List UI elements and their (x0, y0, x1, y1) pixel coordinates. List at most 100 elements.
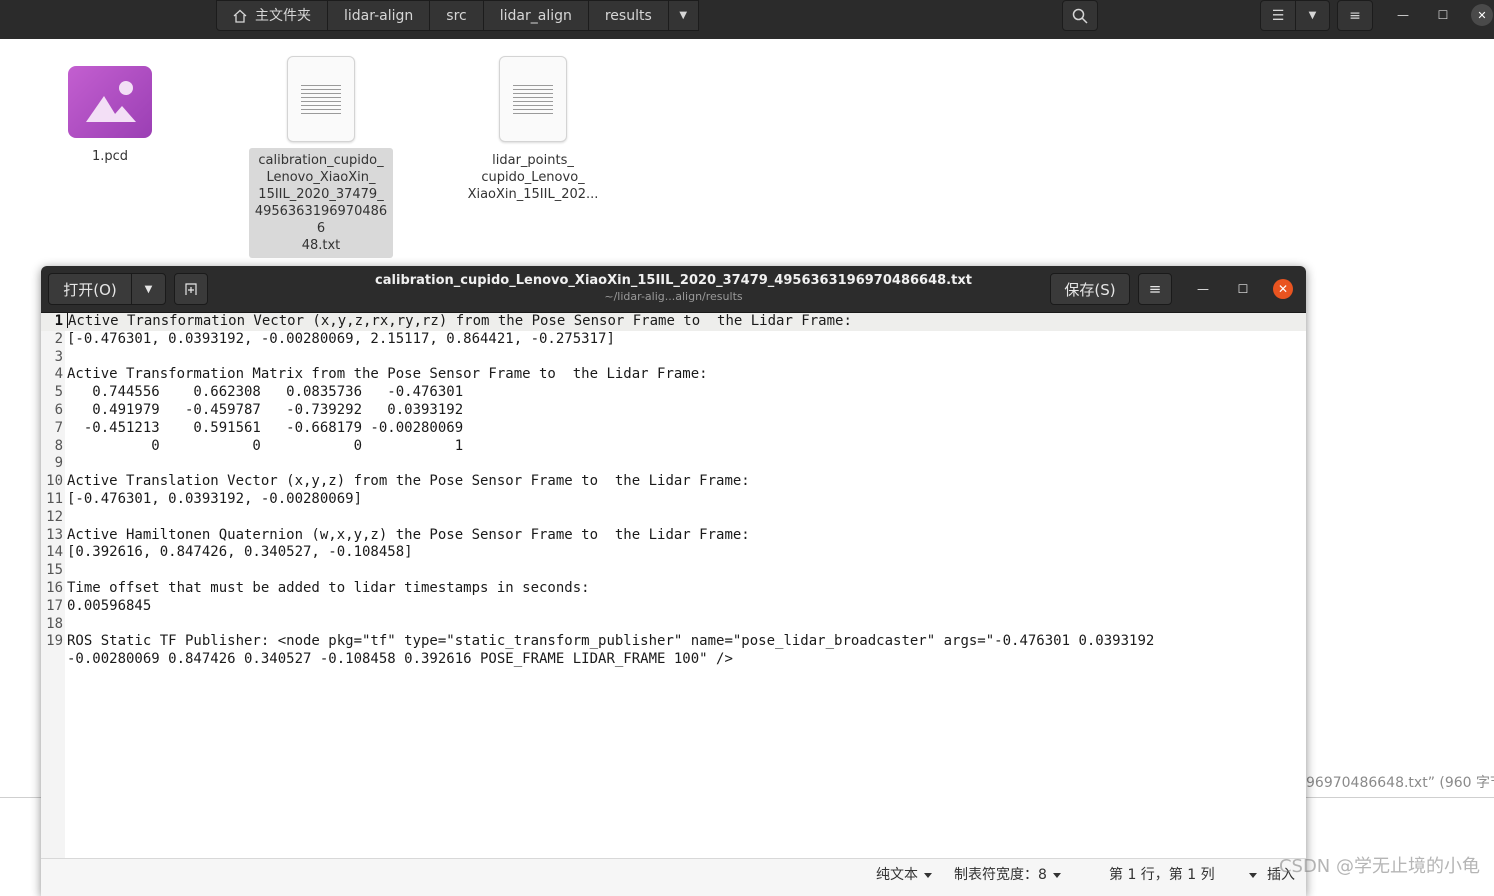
code-line[interactable]: 6 0.491979 -0.459787 -0.739292 0.0393192 (41, 402, 1306, 420)
line-text: -0.451213 0.591561 -0.668179 -0.00280069 (67, 419, 464, 436)
line-text: 0.744556 0.662308 0.0835736 -0.476301 (67, 384, 464, 401)
tab-width-label: 制表符宽度：8 (954, 867, 1047, 883)
file-name-line: 48.txt (301, 238, 341, 253)
code-line[interactable]: 14 [0.392616, 0.847426, 0.340527, -0.1084… (41, 544, 1306, 562)
file-name: 1.pcd (91, 149, 129, 164)
code-line[interactable]: 9 (41, 455, 1306, 473)
minimize-button[interactable]: — (1392, 4, 1414, 26)
file-name: lidar_points_ cupido_Lenovo_ XiaoXin_15I… (461, 152, 605, 203)
line-number: 11 (46, 490, 63, 507)
code-line[interactable]: 4 Active Transformation Matrix from the P… (41, 366, 1306, 384)
line-text: Active Transformation Vector (x,y,z,rx,r… (68, 313, 852, 329)
image-file-icon (68, 66, 152, 138)
line-number: 9 (54, 455, 63, 472)
breadcrumb: 主文件夹 lidar-align src lidar_align results… (216, 0, 699, 31)
code-line[interactable]: 3 (41, 349, 1306, 367)
menu-button[interactable]: ≡ (1138, 273, 1172, 305)
line-text: Active Hamiltonen Quaternion (w,x,y,z) t… (67, 526, 750, 543)
line-number: 8 (54, 437, 63, 454)
line-number: 1 (54, 313, 63, 329)
text-file-icon (499, 56, 567, 142)
code-line[interactable]: 8 0 0 0 1 (41, 438, 1306, 456)
code-line[interactable]: 13 Active Hamiltonen Quaternion (w,x,y,z)… (41, 527, 1306, 545)
line-text: Time offset that must be added to lidar … (67, 579, 590, 596)
file-item-lidar-points[interactable]: lidar_points_ cupido_Lenovo_ XiaoXin_15I… (461, 56, 605, 203)
search-button[interactable] (1062, 0, 1098, 31)
code-line[interactable]: 11 [-0.476301, 0.0393192, -0.00280069] (41, 491, 1306, 509)
line-number: 4 (54, 366, 63, 383)
code-line[interactable]: 16 Time offset that must be added to lida… (41, 580, 1306, 598)
minimize-icon: — (1197, 282, 1209, 296)
code-line[interactable]: 18 (41, 616, 1306, 634)
cursor-position-selector[interactable]: 第 1 行，第 1 列 (1109, 865, 1257, 885)
line-text: 0.00596845 (67, 597, 152, 614)
file-name-line: cupido_Lenovo_ (481, 170, 585, 185)
close-icon: ✕ (1477, 8, 1487, 22)
file-item-calibration[interactable]: calibration_cupido_ Lenovo_XiaoXin_ 15II… (249, 56, 393, 258)
cursor-position-label: 第 1 行，第 1 列 (1109, 867, 1215, 883)
line-number (41, 651, 67, 669)
editor-status-bar: 纯文本 制表符宽度：8 第 1 行，第 1 列 插入 (41, 858, 1306, 896)
code-line[interactable]: 5 0.744556 0.662308 0.0835736 -0.476301 (41, 384, 1306, 402)
line-number: 7 (54, 419, 63, 436)
breadcrumb-lidar-align[interactable]: lidar-align (328, 0, 431, 31)
breadcrumb-results[interactable]: results (588, 0, 669, 31)
close-icon: ✕ (1277, 282, 1289, 296)
close-button[interactable]: ✕ (1273, 279, 1293, 299)
chevron-down-icon (1248, 872, 1257, 878)
code-line[interactable]: 7 -0.451213 0.591561 -0.668179 -0.002800… (41, 420, 1306, 438)
close-button[interactable]: ✕ (1471, 4, 1493, 26)
view-list-button[interactable]: ☰ (1260, 0, 1296, 31)
file-name-line: Lenovo_XiaoXin_ (266, 170, 376, 185)
breadcrumb-label: lidar_align (499, 7, 572, 24)
code-line[interactable]: 10 Active Translation Vector (x,y,z) from… (41, 473, 1306, 491)
code-line[interactable]: 19 ROS Static TF Publisher: <node pkg="tf… (41, 633, 1306, 651)
file-name-line: lidar_points_ (492, 153, 574, 168)
maximize-icon: ☐ (1237, 282, 1249, 296)
code-line[interactable]: -0.00280069 0.847426 0.340527 -0.108458 … (41, 651, 1306, 669)
file-item-pcd[interactable]: 1.pcd (66, 66, 154, 165)
watermark: CSDN @学无止境的小龟 (1278, 856, 1480, 877)
line-text: [-0.476301, 0.0393192, -0.00280069, 2.15… (67, 330, 615, 347)
file-manager-status: 96970486648.txt” (960 字节) (1306, 775, 1494, 791)
minimize-icon: — (1397, 8, 1409, 22)
breadcrumb-lidar-align-sub[interactable]: lidar_align (483, 0, 589, 31)
minimize-button[interactable]: — (1193, 279, 1213, 299)
line-text: 0 0 0 1 (67, 437, 464, 454)
view-options-button[interactable]: ▼ (1296, 0, 1330, 31)
list-view-icon: ☰ (1271, 7, 1285, 24)
breadcrumb-label: results (604, 7, 652, 24)
breadcrumb-label: src (446, 7, 467, 24)
text-area[interactable]: 1 Active Transformation Vector (x,y,z,rx,… (41, 313, 1306, 669)
file-name-selected: calibration_cupido_ Lenovo_XiaoXin_ 15II… (249, 148, 393, 258)
chevron-down-icon: ▼ (1308, 10, 1317, 21)
search-icon (1072, 8, 1088, 24)
breadcrumb-dropdown-button[interactable]: ▼ (668, 0, 699, 31)
code-line[interactable]: 17 0.00596845 (41, 598, 1306, 616)
file-name-line: calibration_cupido_ (258, 153, 384, 168)
file-name-line: 15IIL_2020_37479_ (258, 187, 384, 202)
chevron-down-icon: ▼ (679, 10, 688, 21)
breadcrumb-src[interactable]: src (430, 0, 484, 31)
tab-width-selector[interactable]: 制表符宽度：8 (954, 865, 1061, 885)
syntax-selector[interactable]: 纯文本 (876, 865, 932, 885)
line-number: 18 (46, 615, 63, 632)
line-text: [0.392616, 0.847426, 0.340527, -0.108458… (67, 544, 413, 561)
line-number: 12 (46, 508, 63, 525)
line-text: 0.491979 -0.459787 -0.739292 0.0393192 (67, 401, 464, 418)
code-line[interactable]: 15 (41, 562, 1306, 580)
code-line[interactable]: 2 [-0.476301, 0.0393192, -0.00280069, 2.1… (41, 331, 1306, 349)
code-line[interactable]: 12 (41, 509, 1306, 527)
save-button[interactable]: 保存(S) (1050, 273, 1130, 305)
menu-button[interactable]: ≡ (1337, 0, 1373, 31)
chevron-down-icon (924, 872, 932, 878)
line-text: ROS Static TF Publisher: <node pkg="tf" … (67, 633, 1155, 650)
text-file-icon (287, 56, 355, 142)
maximize-button[interactable]: ☐ (1233, 279, 1253, 299)
code-line[interactable]: 1 Active Transformation Vector (x,y,z,rx,… (41, 313, 1306, 331)
line-number: 14 (46, 544, 63, 561)
maximize-button[interactable]: ☐ (1432, 4, 1454, 26)
text-editor-window: 打开(O) ▼ calibration_cupido_Lenovo_XiaoXi… (41, 266, 1306, 896)
breadcrumb-home[interactable]: 主文件夹 (216, 0, 328, 31)
home-icon (233, 9, 247, 23)
